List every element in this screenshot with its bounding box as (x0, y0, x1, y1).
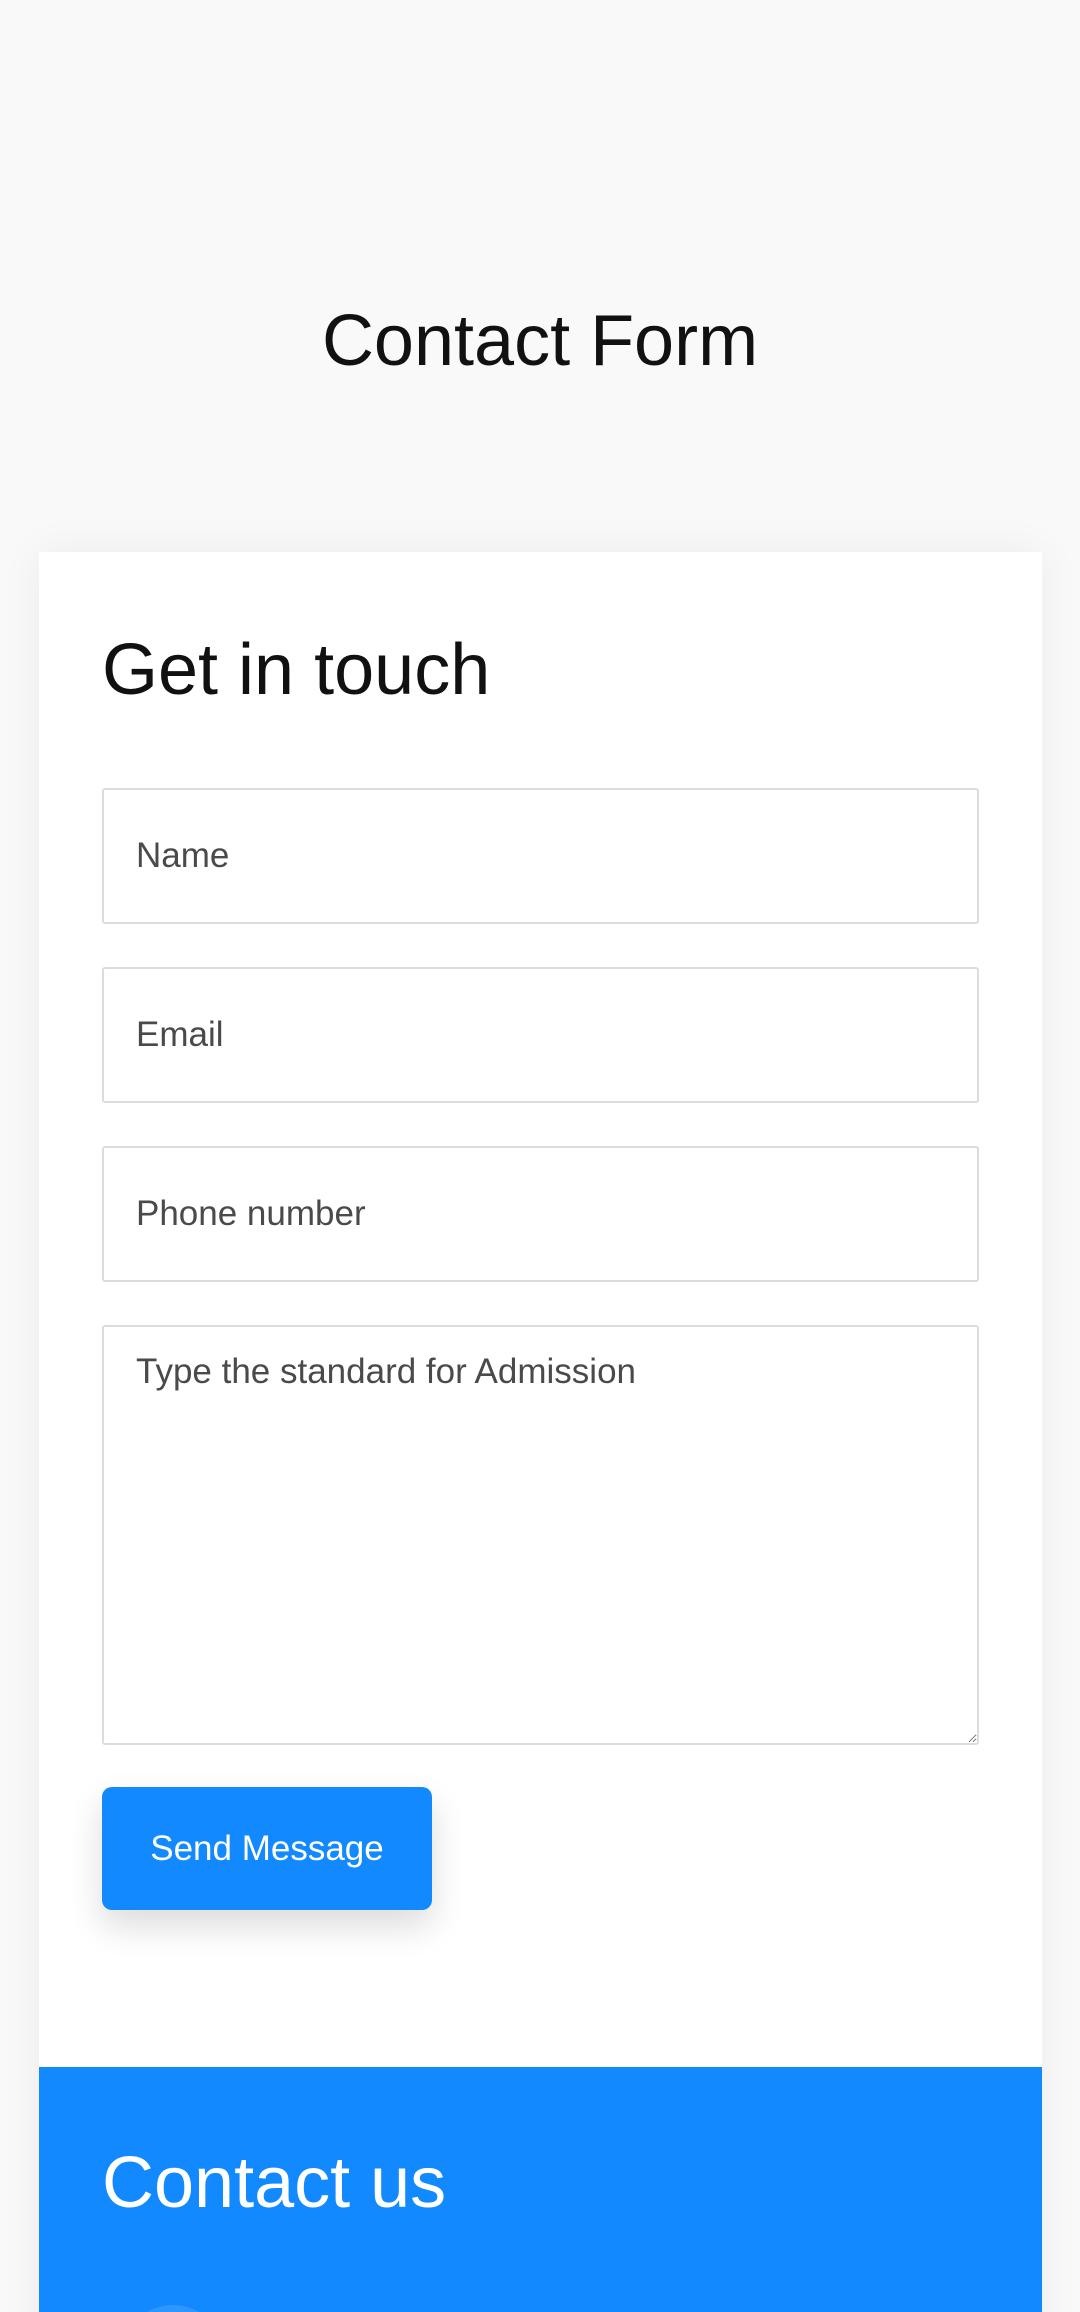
contact-heading: Contact us (102, 2143, 447, 2223)
contact-us-panel: Contact us (39, 2067, 1042, 2312)
name-field[interactable] (102, 788, 979, 924)
email-field[interactable] (102, 967, 979, 1103)
contact-icon (121, 2305, 225, 2312)
form-heading: Get in touch (102, 630, 491, 710)
page-title: Contact Form (321, 301, 759, 381)
page: Contact Form Get in touch Send Message C… (0, 0, 1080, 2312)
contact-card: Get in touch Send Message Contact us (39, 552, 1042, 2312)
phone-field[interactable] (102, 1146, 979, 1282)
message-field[interactable] (102, 1325, 979, 1745)
send-message-button[interactable]: Send Message (102, 1787, 432, 1910)
